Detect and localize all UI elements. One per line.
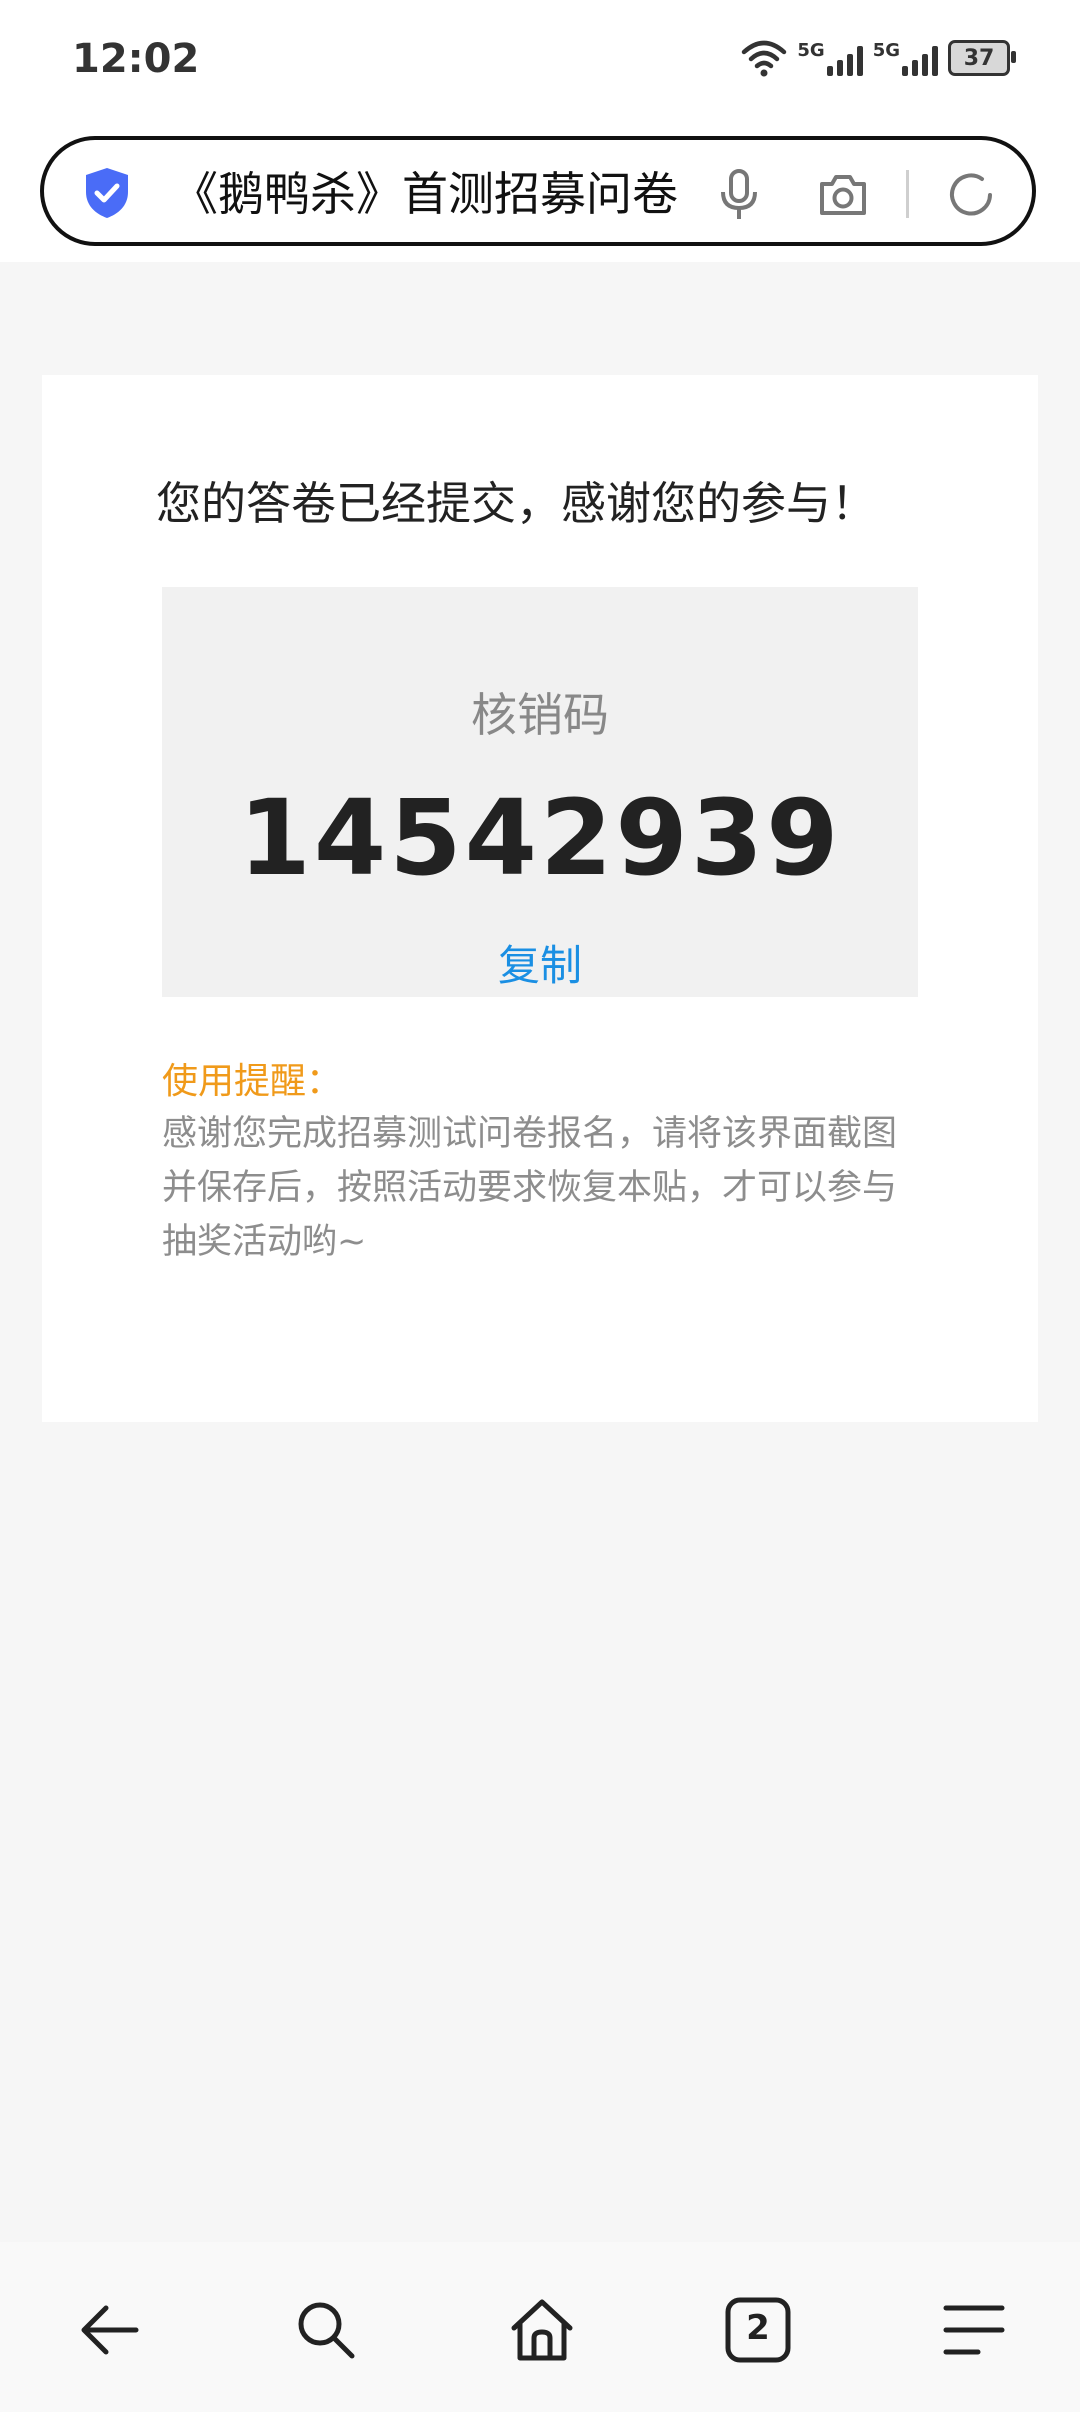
tabs-button[interactable]: 2 (722, 2294, 794, 2366)
home-icon[interactable] (506, 2294, 578, 2366)
address-bar[interactable]: 《鹅鸭杀》首测招募问卷 (40, 136, 1036, 246)
tip-text: 感谢您完成招募测试问卷报名，请将该界面截图并保存后，按照活动要求恢复本贴，才可以… (162, 1114, 898, 1262)
tabs-count: 2 (746, 2308, 770, 2348)
code-label: 核销码 (471, 688, 609, 742)
submit-success-message: 您的答卷已经提交，感谢您的参与！ (156, 477, 877, 530)
cell-signal-2-icon: 5G (873, 40, 938, 76)
cell-signal-1-icon: 5G (797, 40, 863, 76)
battery-level: 37 (963, 45, 995, 71)
copy-button[interactable]: 复制 (162, 932, 918, 993)
refresh-icon[interactable] (944, 168, 998, 222)
back-arrow-icon[interactable] (72, 2294, 144, 2366)
page-title[interactable]: 《鹅鸭杀》首测招募问卷 (172, 166, 718, 222)
toolbar-divider (906, 170, 909, 218)
shield-check-icon[interactable] (82, 166, 132, 220)
wifi-icon (742, 40, 787, 77)
status-time: 12:02 (72, 36, 200, 82)
verification-code-box: 核销码 14542939 复制 (162, 587, 918, 997)
result-card: 您的答卷已经提交，感谢您的参与！ 核销码 14542939 复制 使用提醒： 感… (42, 375, 1038, 1422)
tip-title: 使用提醒： (162, 1061, 343, 1102)
menu-icon[interactable] (938, 2294, 1010, 2366)
browser-toolbar: 《鹅鸭杀》首测招募问卷 (0, 126, 1080, 262)
status-bar: 12:02 5G 5G 37 (0, 0, 1080, 126)
search-icon[interactable] (290, 2294, 362, 2366)
battery-icon: 37 (948, 40, 1016, 76)
code-value: 14542939 (238, 777, 842, 899)
status-icons: 5G 5G 37 (741, 36, 1016, 80)
camera-icon[interactable] (816, 168, 870, 222)
bottom-navigation: 2 (0, 2242, 1080, 2412)
microphone-icon[interactable] (712, 168, 766, 222)
